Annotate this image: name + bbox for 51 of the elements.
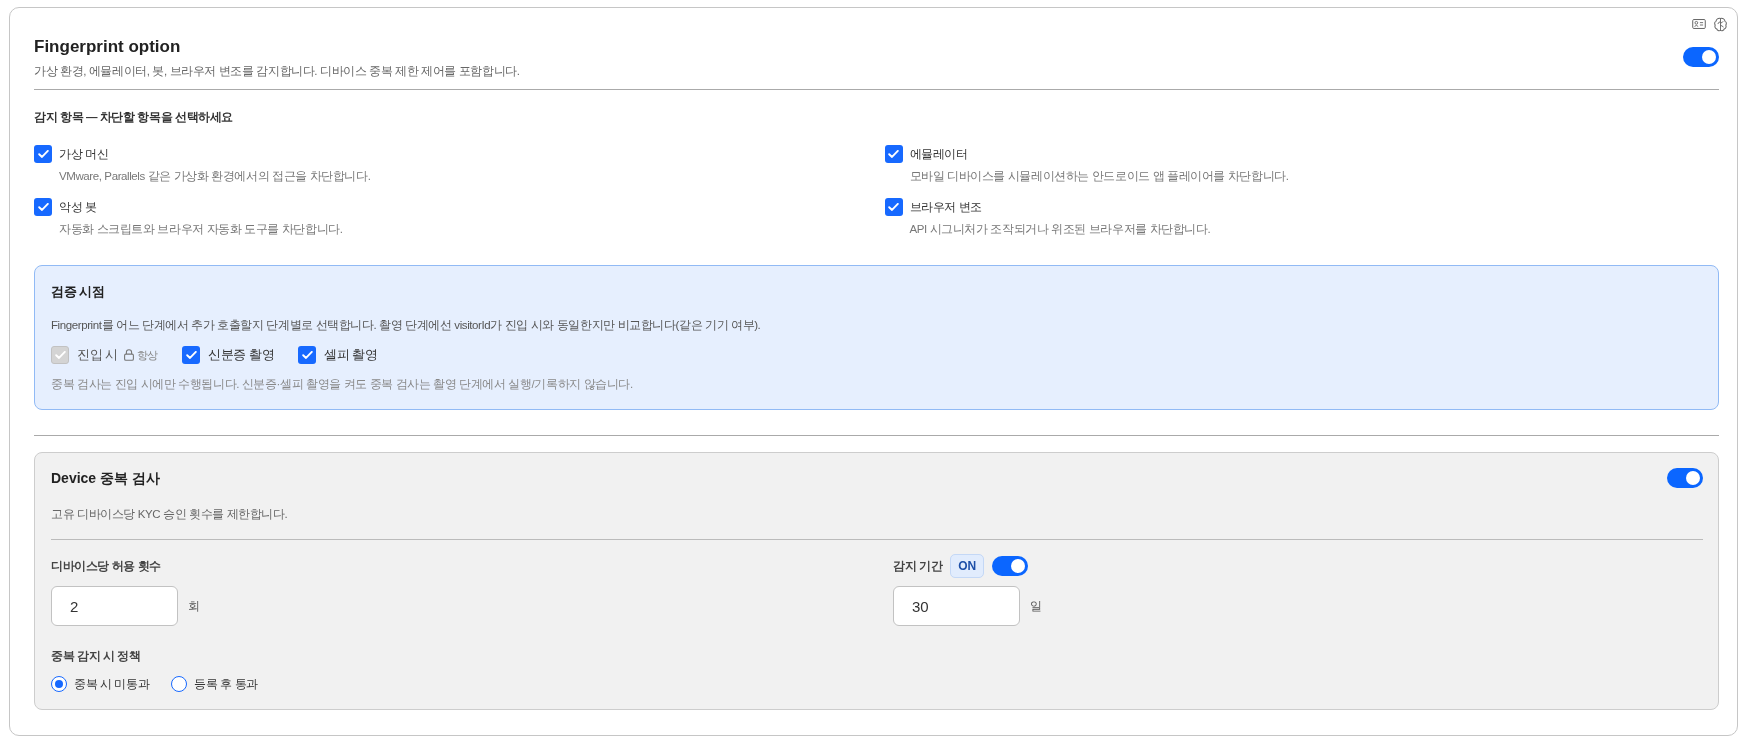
field-label: 감지 기간 [893, 559, 943, 574]
checkbox[interactable] [884, 198, 903, 216]
unit-label: 일 [1030, 599, 1042, 614]
checkbox[interactable] [182, 346, 201, 364]
radio-label: 등록 후 통과 [194, 677, 258, 692]
checkbox[interactable] [298, 346, 317, 364]
checkmark-icon [37, 203, 49, 211]
checkmark-icon [301, 351, 313, 359]
checkbox-label: 악성 봇 [59, 200, 97, 215]
checkmark-icon [888, 203, 899, 211]
checkbox-label: 진입 시 [77, 347, 118, 364]
checkbox[interactable] [34, 198, 52, 216]
radio-button[interactable] [171, 676, 188, 692]
lock-note: 항상 [136, 348, 159, 362]
checkbox[interactable] [34, 145, 52, 163]
panel-heading: Device 중복 검사 [51, 469, 160, 488]
option-description: 자동화 스크립트와 브라우저 자동화 도구를 차단합니다. [59, 222, 344, 237]
input-field[interactable]: 30 [893, 586, 1020, 626]
checkmark-icon [185, 351, 197, 359]
checkmark-icon [888, 150, 899, 158]
checkbox-label: 신분증 촬영 [208, 347, 275, 364]
option-description: API 시그니처가 조작되거나 위조된 브라우저를 차단합니다. [909, 222, 1212, 237]
radio-button[interactable] [51, 676, 67, 692]
input-field[interactable]: 2 [51, 586, 178, 626]
section-heading: 감지 항목 — 차단할 항목을 선택하세요 [34, 110, 235, 125]
checkbox-label: 셀피 촬영 [324, 347, 378, 364]
checkbox-label: 에뮬레이터 [909, 147, 968, 162]
checkbox-label: 가상 머신 [59, 147, 109, 162]
field-label: 중복 감지 시 정책 [51, 649, 142, 664]
brain-icon[interactable] [1713, 16, 1728, 32]
note-text: 중복 검사는 진입 시에만 수행됩니다. 신분증·셀피 촬영을 켜도 중복 검사는 촬영 단계에서 실행/기록하지 않습니다. [51, 377, 634, 392]
option-description: VMware, Parallels 같은 가상화 환경에서의 접근을 차단합니다. [59, 169, 372, 184]
panel-heading: 검증 시점 [51, 283, 106, 301]
checkmark-icon [37, 150, 49, 158]
checkbox-label: 브라우저 변조 [909, 200, 982, 215]
status-badge: ON [950, 554, 985, 578]
lock-icon [123, 349, 134, 361]
panel-description: 가상 환경, 에뮬레이터, 봇, 브라우저 변조를 감지합니다. 디바이스 중복 제한 제어를 포함합니다. [34, 64, 520, 79]
toggle-switch[interactable] [1683, 47, 1719, 67]
option-description: 모바일 디바이스를 시뮬레이션하는 안드로이드 앱 플레이어를 차단합니다. [909, 169, 1290, 184]
checkmark-icon [54, 351, 66, 359]
toggle-switch[interactable] [1667, 468, 1703, 488]
panel-description: 고유 디바이스당 KYC 승인 횟수를 제한합니다. [51, 507, 289, 522]
id-card-icon[interactable] [1692, 19, 1706, 29]
panel-title: Fingerprint option [34, 36, 182, 58]
radio-label: 중복 시 미통과 [74, 677, 150, 692]
checkbox[interactable] [884, 145, 903, 163]
panel-description: Fingerprint를 어느 단계에서 추가 호출할지 단계별로 선택합니다. 촬영 단계에선 visitorId가 진입 시와 동일한지만 비교합니다(같은 기기 여부). [51, 318, 762, 333]
field-label: 디바이스당 허용 횟수 [51, 559, 161, 574]
toggle-switch[interactable] [992, 556, 1029, 576]
unit-label: 회 [188, 599, 200, 614]
